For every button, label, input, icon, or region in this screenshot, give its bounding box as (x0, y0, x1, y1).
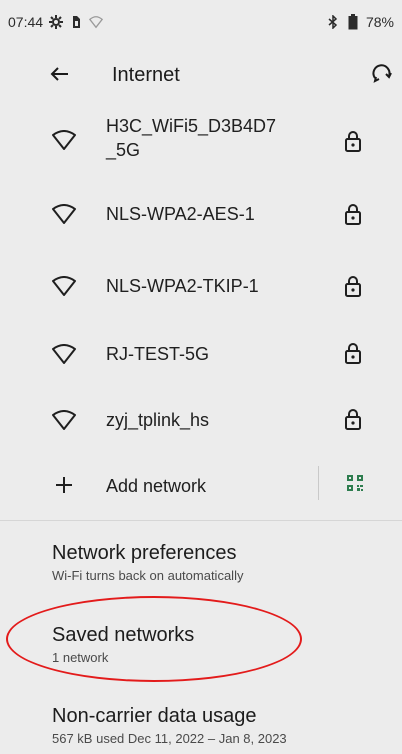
lock-icon (344, 203, 362, 225)
vertical-divider (318, 466, 319, 500)
app-bar: Internet (0, 44, 402, 104)
sim-icon (69, 15, 83, 29)
network-row[interactable]: NLS-WPA2-TKIP-1 (0, 252, 402, 318)
battery-icon (346, 14, 360, 30)
network-name-line2: _5G (106, 140, 141, 160)
status-time: 07:44 (8, 14, 44, 30)
wifi-signal-icon (52, 204, 76, 224)
status-bar: 07:44 78% (0, 0, 402, 44)
wifi-signal-icon (52, 130, 76, 150)
network-preferences-subtitle: Wi-Fi turns back on automatically (52, 568, 244, 583)
wifi-icon (89, 15, 104, 29)
network-name-line1: H3C_WiFi5_D3B4D7 (106, 116, 277, 136)
section-divider (0, 520, 402, 521)
data-usage-subtitle: 567 kB used Dec 11, 2022 – Jan 8, 2023 (52, 731, 287, 746)
network-row[interactable]: RJ-TEST-5G (0, 320, 402, 386)
network-name: NLS-WPA2-AES-1 (106, 204, 255, 224)
add-network-row[interactable]: Add network (0, 452, 402, 518)
wifi-signal-icon (52, 344, 76, 364)
arrow-back-icon[interactable] (46, 60, 74, 88)
lock-icon (344, 342, 362, 364)
page-title: Internet (112, 64, 180, 86)
non-carrier-data-usage[interactable]: Non-carrier data usage 567 kB used Dec 1… (52, 704, 287, 748)
wifi-signal-icon (52, 410, 76, 430)
saved-networks-subtitle: 1 network (52, 650, 109, 665)
qr-scan-icon[interactable] (346, 474, 364, 496)
network-preferences[interactable]: Network preferences Wi-Fi turns back on … (52, 541, 243, 585)
lock-icon (344, 130, 362, 152)
wifi-signal-icon (52, 276, 76, 296)
network-row[interactable]: H3C_WiFi5_D3B4D7 _5G (0, 108, 402, 174)
status-right: 78% (326, 14, 394, 30)
network-preferences-title: Network preferences (52, 542, 237, 564)
bluetooth-icon (326, 15, 340, 29)
status-left: 07:44 (8, 14, 104, 30)
add-network-label: Add network (106, 476, 207, 496)
gear-icon (49, 15, 64, 29)
saved-networks-title: Saved networks (52, 624, 195, 646)
saved-networks[interactable]: Saved networks 1 network (52, 623, 194, 667)
battery-percent: 78% (365, 14, 394, 30)
lock-icon (344, 275, 362, 297)
network-row[interactable]: NLS-WPA2-AES-1 (0, 180, 402, 246)
network-name: RJ-TEST-5G (106, 344, 210, 364)
data-usage-title: Non-carrier data usage (52, 705, 257, 727)
network-name: NLS-WPA2-TKIP-1 (106, 276, 259, 296)
network-name: zyj_tplink_hs (106, 410, 210, 430)
help-icon[interactable] (368, 60, 396, 88)
plus-icon (52, 475, 76, 495)
lock-icon (344, 408, 362, 430)
network-row[interactable]: zyj_tplink_hs (0, 386, 402, 452)
